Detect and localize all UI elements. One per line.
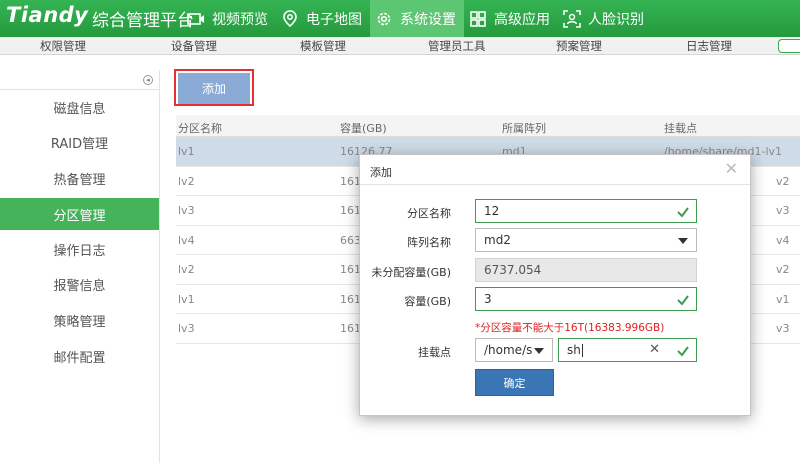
face-frame-icon [562,9,582,29]
chevron-down-icon [534,348,544,354]
sidebar-item-disk-info[interactable]: 磁盘信息 [0,91,159,123]
sidebar-item-alarm-info[interactable]: 报警信息 [0,268,159,300]
cell-mount: v4 [776,233,790,247]
array-name-select[interactable]: md2 [475,228,697,252]
add-partition-dialog: 添加 ✕ [359,154,751,416]
cell-mount: v3 [776,322,790,335]
unallocated-label: 未分配容量(GB) [371,266,451,279]
cell-name: lv1 [178,292,195,306]
check-icon [677,207,689,218]
nav-e-map[interactable]: 电子地图 [276,0,370,37]
sidebar-item-operation-log[interactable]: 操作日志 [0,233,159,265]
cell-name: lv3 [178,322,195,335]
mount-path-value: /home/s [484,343,533,357]
collapse-icon[interactable]: ◂ [143,75,153,85]
grid-icon [468,9,488,29]
text-cursor [581,343,583,357]
partition-name-label: 分区名称 [407,207,451,220]
confirm-button[interactable]: 确定 [475,369,554,396]
col-capacity[interactable]: 容量(GB) [340,120,387,136]
cell-mount: v1 [776,292,790,306]
sidebar-header: ◂ [0,70,159,90]
chevron-down-icon [678,238,688,244]
cell-mount: v2 [776,263,790,276]
unallocated-field: 6737.054 [475,258,697,282]
nav-face-recognition[interactable]: 人脸识别 [558,0,652,37]
array-name-value: md2 [484,233,511,247]
subnav-admin-tools[interactable]: 管理员工具 [428,38,486,54]
sidebar-item-email[interactable]: 邮件配置 [0,340,159,372]
sidebar-item-policy[interactable]: 策略管理 [0,304,159,336]
close-icon[interactable]: ✕ [725,161,738,177]
subnav-scroll-handle[interactable] [778,39,800,53]
platform-title: 综合管理平台 [92,11,194,31]
cell-name: lv2 [178,263,195,276]
subnav-plans[interactable]: 预案管理 [556,38,602,54]
table-header: 分区名称 容量(GB) 所属阵列 挂载点 [176,115,800,137]
mount-name-value: sh [567,343,581,357]
subnav-devices[interactable]: 设备管理 [171,38,217,54]
nav-label: 人脸识别 [588,11,644,28]
cell-mount: v2 [776,174,790,188]
cell-name: lv3 [178,204,195,217]
unallocated-value: 6737.054 [484,263,542,277]
col-mount[interactable]: 挂载点 [664,120,697,136]
nav-advanced-apps[interactable]: 高级应用 [464,0,558,37]
mount-label: 挂载点 [418,346,451,359]
map-pin-icon [280,9,300,29]
sub-nav: 权限管理 设备管理 模板管理 管理员工具 预案管理 日志管理 [0,37,800,55]
capacity-label: 容量(GB) [404,295,451,308]
mount-name-input[interactable]: sh ✕ [558,338,697,362]
subnav-templates[interactable]: 模板管理 [300,38,346,54]
check-icon [677,346,689,357]
clear-icon[interactable]: ✕ [649,342,660,357]
cell-name: lv2 [178,174,195,188]
col-array[interactable]: 所属阵列 [502,120,546,136]
cell-name: lv1 [178,145,195,158]
nav-label: 高级应用 [494,11,550,28]
sidebar-item-raid[interactable]: RAID管理 [0,126,159,158]
check-icon [677,295,689,306]
sidebar-item-partition[interactable]: 分区管理 [0,198,159,230]
left-sidebar: ◂ 磁盘信息 RAID管理 热备管理 分区管理 操作日志 报警信息 策略管理 邮… [0,70,160,463]
nav-label: 视频预览 [212,11,268,28]
array-name-label: 阵列名称 [407,236,451,249]
main-nav: 视频预览 电子地图 系统设置 高级应用 人脸识别 [182,0,652,37]
subnav-logs[interactable]: 日志管理 [686,38,732,54]
col-partition-name[interactable]: 分区名称 [178,120,222,136]
add-button[interactable]: 添加 [178,73,250,104]
nav-video-preview[interactable]: 视频预览 [182,0,276,37]
cell-mount: v3 [776,204,790,217]
dialog-divider [360,184,750,185]
partition-name-input[interactable]: 12 [475,199,697,223]
gear-icon [374,9,394,29]
video-icon [186,9,206,29]
dialog-title: 添加 [370,166,392,179]
sidebar-item-hot-spare[interactable]: 热备管理 [0,162,159,194]
top-header: Tiandy 综合管理平台 视频预览 电子地图 系统设置 高级应用 人脸识别 [0,0,800,37]
cell-name: lv4 [178,233,195,247]
capacity-input[interactable]: 3 [475,287,697,311]
capacity-warning: *分区容量不能大于16T(16383.996GB) [475,322,665,334]
brand-logo: Tiandy [6,3,89,27]
partition-name-value: 12 [484,204,500,218]
mount-path-select[interactable]: /home/s [475,338,553,362]
capacity-value: 3 [484,292,492,306]
nav-label: 系统设置 [400,11,456,28]
subnav-permissions[interactable]: 权限管理 [40,38,86,54]
nav-label: 电子地图 [306,11,362,28]
nav-system-settings[interactable]: 系统设置 [370,0,464,37]
